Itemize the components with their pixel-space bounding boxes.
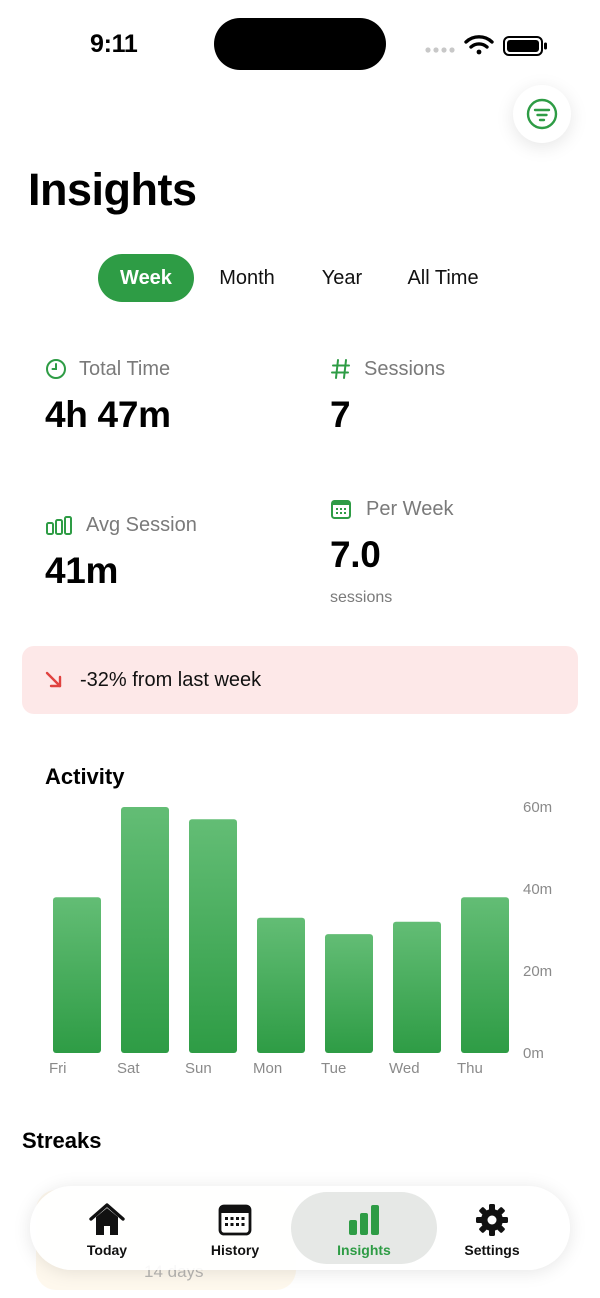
trend-text: -32% from last week — [80, 668, 262, 691]
stat-value: 7.0 — [330, 534, 381, 575]
stat-value: 7 — [330, 394, 351, 435]
chart-bar — [121, 807, 169, 1053]
gear-icon — [476, 1204, 508, 1236]
status-bar: 9:11 — [0, 0, 600, 88]
range-tab-week[interactable]: Week — [98, 254, 194, 302]
tab-history[interactable]: History — [170, 1192, 300, 1264]
clock-icon — [46, 359, 66, 379]
range-tab-year[interactable]: Year — [310, 254, 374, 302]
x-tick-label: Mon — [253, 1060, 282, 1077]
y-tick-label: 20m — [523, 963, 552, 980]
chart-bar — [325, 934, 373, 1053]
chart-bar — [393, 921, 441, 1053]
stat-sessions: Sessions 7 — [330, 356, 570, 446]
y-tick-label: 60m — [523, 799, 552, 816]
chart-bar — [257, 917, 305, 1053]
y-tick-label: 0m — [523, 1045, 544, 1062]
trend-banner: -32% from last week — [22, 646, 578, 714]
activity-title: Activity — [45, 764, 125, 789]
arrow-down-right-icon — [45, 671, 62, 688]
bar-chart-icon — [349, 1205, 379, 1235]
range-tab-all-time[interactable]: All Time — [396, 254, 490, 302]
stat-total-time: Total Time 4h 47m — [45, 356, 285, 446]
battery-icon — [503, 36, 547, 56]
chart-bar — [189, 819, 237, 1053]
tab-settings[interactable]: Settings — [427, 1192, 557, 1264]
x-tick-label: Tue — [321, 1060, 346, 1077]
tab-bar: Today History Insights Settings — [30, 1186, 570, 1270]
filter-button[interactable] — [513, 85, 571, 143]
tab-label: History — [210, 1242, 260, 1258]
wifi-icon — [464, 35, 494, 55]
range-tab-month[interactable]: Month — [206, 254, 288, 302]
stat-avg-session: Avg Session 41m — [45, 512, 305, 602]
chart-bar — [53, 897, 101, 1053]
filter-icon — [526, 98, 558, 130]
stat-label: Avg Session — [86, 513, 197, 536]
chart-bar — [461, 897, 509, 1053]
page-title: Insights — [28, 164, 197, 215]
tab-label: Today — [86, 1242, 128, 1258]
range-selector: Week Month Year All Time — [0, 254, 600, 304]
streaks-title: Streaks — [22, 1128, 102, 1153]
calendar-grid-icon — [218, 1204, 252, 1236]
x-tick-label: Sun — [185, 1060, 212, 1077]
tab-today[interactable]: Today — [42, 1192, 172, 1264]
y-tick-label: 40m — [523, 881, 552, 898]
hash-icon — [331, 359, 350, 379]
status-icons — [425, 35, 547, 56]
x-tick-label: Thu — [457, 1060, 483, 1077]
stat-label: Total Time — [79, 357, 171, 380]
tab-label: Settings — [464, 1242, 520, 1258]
tab-label: Insights — [337, 1242, 391, 1258]
status-time: 9:11 — [90, 30, 138, 58]
tab-insights[interactable]: Insights — [291, 1192, 437, 1264]
x-tick-label: Wed — [389, 1060, 420, 1077]
cellular-signal-icon — [425, 47, 455, 53]
dynamic-island — [214, 18, 386, 70]
stat-sub: sessions — [330, 589, 393, 606]
bars-icon — [46, 516, 72, 535]
stat-label: Per Week — [366, 497, 454, 520]
stat-per-week: Per Week 7.0 sessions — [330, 496, 570, 616]
x-tick-label: Fri — [49, 1060, 67, 1077]
stat-value: 4h 47m — [45, 394, 171, 435]
calendar-icon — [331, 500, 351, 519]
stat-value: 41m — [45, 550, 119, 591]
activity-chart: Fri Sat Sun Mon Tue Wed Thu 0m 20m 40m 60m — [49, 799, 552, 1077]
house-icon — [89, 1203, 125, 1235]
stat-label: Sessions — [364, 357, 446, 380]
x-tick-label: Sat — [117, 1060, 140, 1077]
